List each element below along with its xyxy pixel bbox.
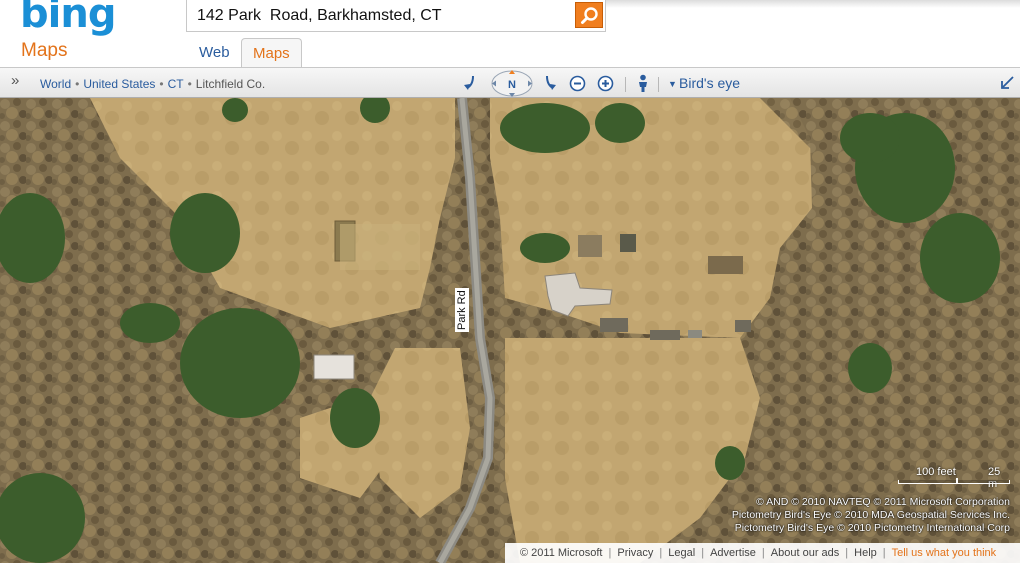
- footer-link-feedback[interactable]: Tell us what you think: [892, 547, 997, 559]
- view-mode-dropdown[interactable]: Bird's eye: [679, 75, 740, 91]
- maps-product-label: Maps: [21, 40, 68, 61]
- footer-link-advertise[interactable]: Advertise: [710, 547, 756, 559]
- footer-separator: |: [701, 547, 705, 559]
- scale-feet-label: 100 feet: [916, 466, 956, 478]
- breadcrumb-separator: •: [159, 77, 164, 91]
- footer-separator: |: [882, 547, 886, 559]
- tab-web[interactable]: Web: [188, 38, 241, 67]
- rotate-left-icon: [464, 75, 474, 90]
- footer-separator: |: [845, 547, 849, 559]
- person-icon: [639, 74, 647, 92]
- header: bing Maps Web Maps: [0, 0, 1020, 67]
- zoom-out-icon: [569, 75, 586, 92]
- breadcrumb: World • United States • CT • Litchfield Co.: [40, 77, 265, 91]
- search-button[interactable]: [575, 2, 603, 28]
- search-input[interactable]: [187, 0, 573, 31]
- footer-separator: |: [659, 547, 663, 559]
- scale-bar: 100 feet 25 m: [896, 464, 1012, 494]
- zoom-in-icon: [597, 75, 614, 92]
- footer-link-help[interactable]: Help: [854, 547, 877, 559]
- scale-tick: [956, 478, 958, 484]
- footer-copyright: © 2011 Microsoft: [520, 547, 603, 559]
- breadcrumb-litchfield-co: Litchfield Co.: [195, 77, 266, 91]
- map-canvas[interactable]: Park Rd 100 feet 25 m © AND © 2010 NAVTE…: [0, 98, 1020, 563]
- breadcrumb-ct[interactable]: CT: [168, 77, 184, 91]
- road-label: Park Rd: [455, 288, 469, 332]
- breadcrumb-united-states[interactable]: United States: [83, 77, 155, 91]
- compass-icon: N: [491, 70, 533, 97]
- search-box: [186, 0, 606, 32]
- scale-line: [898, 480, 1010, 484]
- bing-logo[interactable]: bing: [20, 0, 116, 38]
- footer-separator: |: [608, 547, 612, 559]
- footer-link-privacy[interactable]: Privacy: [617, 547, 653, 559]
- footer-link-about-ads[interactable]: About our ads: [771, 547, 840, 559]
- map-attribution-line-1: © AND © 2010 NAVTEQ © 2011 Microsoft Cor…: [756, 496, 1010, 508]
- search-icon: [581, 7, 598, 24]
- toolbar-divider: [658, 77, 659, 92]
- rotate-right-icon: [546, 75, 556, 90]
- compass-control[interactable]: N: [488, 69, 536, 100]
- breadcrumb-separator: •: [187, 77, 192, 91]
- expand-panel-icon[interactable]: »: [11, 72, 19, 89]
- footer-link-legal[interactable]: Legal: [668, 547, 695, 559]
- toolbar-divider: [625, 77, 626, 92]
- footer-separator: |: [761, 547, 765, 559]
- tab-maps[interactable]: Maps: [241, 38, 302, 67]
- diagonal-arrow-icon: [1001, 76, 1014, 89]
- scale-meters-label: 25 m: [988, 466, 1001, 490]
- map-attribution-line-2: Pictometry Bird's Eye © 2010 MDA Geospat…: [731, 509, 1010, 521]
- chevron-down-icon[interactable]: ▼: [668, 79, 677, 89]
- map-attribution-line-3: Pictometry Bird's Eye © 2010 Pictometry …: [734, 522, 1010, 534]
- breadcrumb-world[interactable]: World: [40, 77, 71, 91]
- map-toolbar: » World • United States • CT • Litchfield Co. …: [0, 67, 1020, 98]
- compass-north-label: N: [508, 79, 516, 91]
- aerial-imagery: [0, 98, 1020, 563]
- header-gradient: [606, 0, 1020, 8]
- breadcrumb-separator: •: [75, 77, 80, 91]
- footer-bar: © 2011 Microsoft | Privacy | Legal | Advertise…: [505, 543, 1020, 563]
